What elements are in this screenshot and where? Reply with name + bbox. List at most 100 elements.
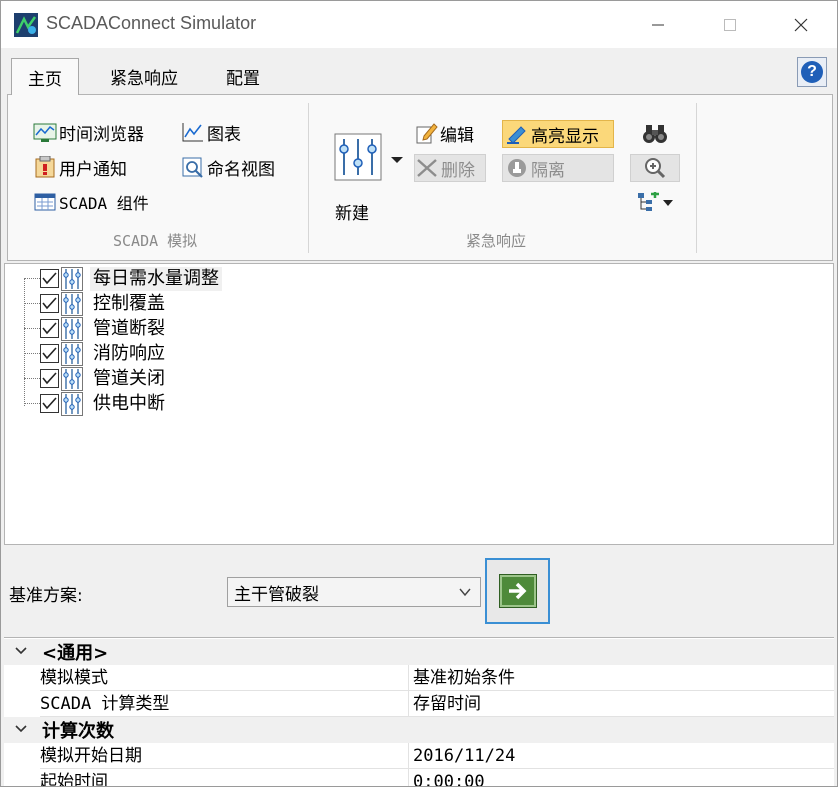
chevron-down-icon[interactable]: [13, 643, 29, 659]
tree-item[interactable]: 消防响应: [24, 341, 168, 366]
tree-item-label: 控制覆盖: [93, 292, 165, 314]
scenario-node-icon: [61, 366, 83, 391]
chevron-down-icon: [662, 200, 673, 206]
window-title: SCADAConnect Simulator: [46, 13, 257, 33]
tab-configuration[interactable]: 配置: [213, 58, 273, 94]
user-notify-button[interactable]: 用户通知: [33, 153, 127, 181]
property-name: 模拟开始日期: [40, 743, 408, 769]
property-value[interactable]: 基准初始条件: [408, 665, 834, 691]
chart-icon: [181, 121, 205, 143]
user-notify-label: 用户通知: [59, 159, 127, 180]
checkbox[interactable]: [40, 269, 59, 288]
emergency-group-label: 紧急响应: [466, 232, 527, 250]
checkmark-icon: [42, 347, 57, 360]
minimize-button[interactable]: [635, 9, 681, 41]
chevron-down-icon[interactable]: [13, 721, 29, 737]
property-value[interactable]: 存留时间: [408, 691, 834, 717]
property-value[interactable]: 2016/11/24: [408, 743, 834, 769]
help-icon: ?: [801, 61, 823, 83]
tab-home[interactable]: 主页: [11, 58, 79, 95]
property-row[interactable]: SCADA 计算类型 存留时间: [4, 691, 834, 717]
base-scenario-value: 主干管破裂: [234, 584, 319, 605]
checkmark-icon: [42, 272, 57, 285]
tree-item[interactable]: 管道关闭: [24, 366, 168, 391]
zoom-button[interactable]: [630, 154, 680, 182]
category-calculation[interactable]: 计算次数: [4, 717, 834, 743]
scada-group-label: SCADA 模拟: [113, 232, 198, 250]
checkbox[interactable]: [40, 294, 59, 313]
edit-icon: [414, 122, 438, 144]
property-name: SCADA 计算类型: [40, 691, 408, 717]
ribbon-tabs: 主页 紧急响应 配置 ?: [1, 48, 837, 95]
tree-item-label: 消防响应: [93, 342, 165, 364]
property-name: 起始时间: [40, 769, 408, 786]
named-view-button[interactable]: 命名视图: [181, 153, 275, 181]
scenario-node-icon: [61, 266, 83, 291]
notification-icon: [33, 156, 57, 178]
tab-emergency-response[interactable]: 紧急响应: [99, 58, 189, 94]
maximize-icon: [724, 19, 736, 31]
close-button[interactable]: [778, 9, 824, 41]
group-divider: [308, 103, 309, 253]
scenario-node-icon: [61, 341, 83, 366]
ribbon-panel: 时间浏览器 图表 用户通知 命名视图 SCADA 组件 SCADA 模拟 新建 …: [7, 94, 833, 261]
add-tree-dropdown-button[interactable]: [630, 189, 680, 217]
named-view-icon: [181, 156, 205, 178]
property-grid: <通用> 模拟模式 基准初始条件 SCADA 计算类型 存留时间 计算次数 模拟…: [4, 637, 834, 786]
scenario-tree: 每日需水量调整 控制覆盖 管道断裂 消防响应 管道关闭 供电中断: [4, 263, 834, 545]
scada-component-icon: [33, 191, 57, 213]
checkbox[interactable]: [40, 394, 59, 413]
tree-add-icon: [637, 192, 659, 211]
new-dropdown-button[interactable]: [334, 133, 406, 183]
category-general[interactable]: <通用>: [4, 639, 834, 665]
chart-label: 图表: [207, 124, 241, 145]
scenario-node-icon: [61, 316, 83, 341]
time-browser-button[interactable]: 时间浏览器: [33, 118, 144, 146]
tree-item-label: 管道断裂: [93, 317, 165, 339]
tree-item[interactable]: 控制覆盖: [24, 291, 168, 316]
tree-item[interactable]: 每日需水量调整: [24, 266, 222, 291]
tree-item-label: 每日需水量调整: [90, 266, 222, 291]
tree-item[interactable]: 供电中断: [24, 391, 168, 416]
time-browser-icon: [33, 121, 57, 143]
property-row[interactable]: 起始时间 0:00:00: [4, 769, 834, 786]
minimize-icon: [652, 24, 664, 26]
time-browser-label: 时间浏览器: [59, 124, 144, 145]
property-name: 模拟模式: [40, 665, 408, 691]
find-button[interactable]: [630, 120, 680, 148]
delete-icon: [415, 157, 439, 179]
zoom-in-icon: [645, 158, 666, 179]
apply-scenario-button[interactable]: [485, 558, 550, 624]
scada-component-button[interactable]: SCADA 组件: [33, 188, 149, 216]
property-value[interactable]: 0:00:00: [408, 769, 834, 786]
category-label: <通用>: [42, 643, 109, 664]
checkbox[interactable]: [40, 344, 59, 363]
isolate-button[interactable]: 隔离: [502, 154, 614, 182]
highlight-button[interactable]: 高亮显示: [502, 120, 614, 148]
arrow-right-icon: [498, 574, 537, 608]
checkmark-icon: [42, 397, 57, 410]
property-row[interactable]: 模拟模式 基准初始条件: [4, 665, 834, 691]
edit-label: 编辑: [440, 125, 474, 146]
checkmark-icon: [42, 372, 57, 385]
tree-item[interactable]: 管道断裂: [24, 316, 168, 341]
property-row[interactable]: 模拟开始日期 2016/11/24: [4, 743, 834, 769]
delete-label: 删除: [441, 160, 475, 181]
checkbox[interactable]: [40, 319, 59, 338]
help-button[interactable]: ?: [797, 57, 827, 87]
group-divider: [696, 103, 697, 253]
tree-item-label: 管道关闭: [93, 367, 165, 389]
checkbox[interactable]: [40, 369, 59, 388]
isolate-label: 隔离: [531, 160, 565, 181]
scenario-node-icon: [61, 291, 83, 316]
base-scenario-select[interactable]: 主干管破裂: [227, 577, 481, 607]
delete-button[interactable]: 删除: [414, 154, 486, 182]
chart-button[interactable]: 图表: [181, 118, 241, 146]
checkmark-icon: [42, 322, 57, 335]
scenario-node-icon: [61, 391, 83, 416]
app-window: SCADAConnect Simulator 主页 紧急响应 配置 ? 时间浏览…: [0, 0, 838, 787]
maximize-button[interactable]: [707, 9, 753, 41]
edit-button[interactable]: 编辑: [414, 119, 474, 147]
base-scenario-label: 基准方案:: [9, 586, 83, 606]
category-label: 计算次数: [42, 721, 114, 742]
